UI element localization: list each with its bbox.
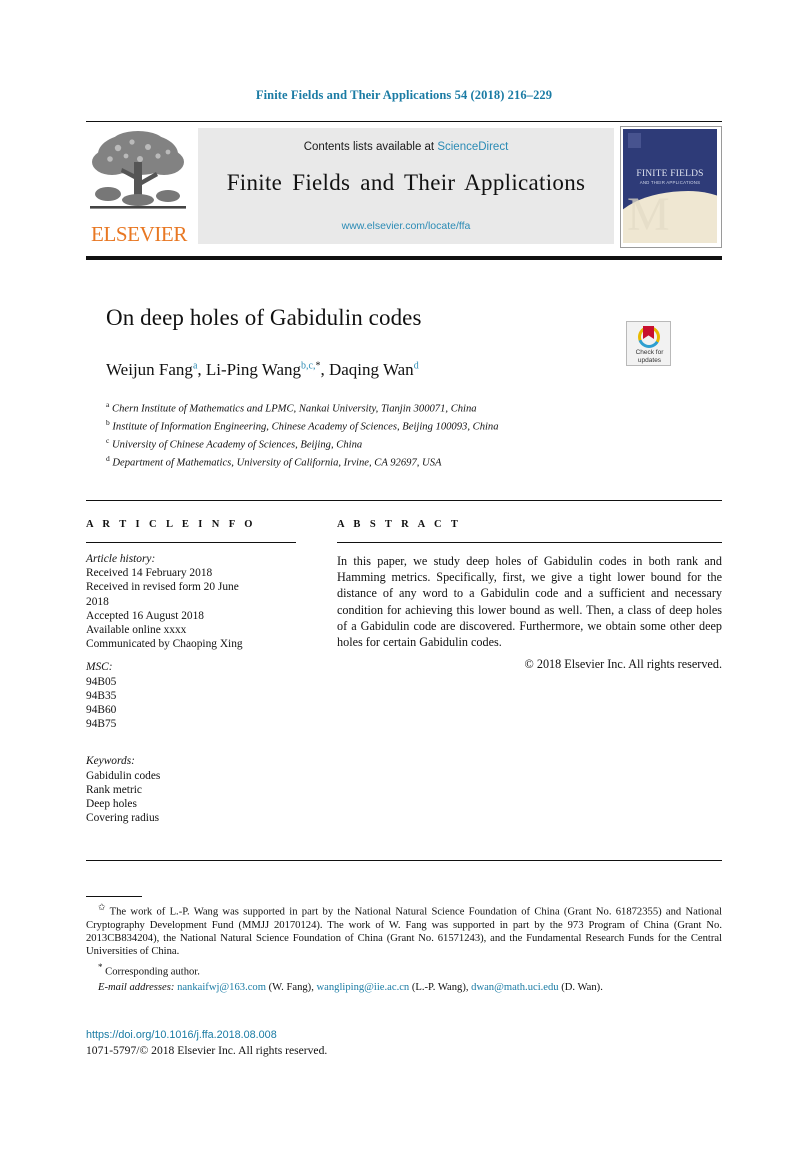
elsevier-logo: ELSEVIER — [86, 126, 192, 246]
msc-label: MSC: — [86, 661, 113, 674]
email-owner-1: (W. Fang), — [268, 981, 314, 993]
abstract-heading: A B S T R A C T — [337, 519, 462, 530]
article-history-block: Article history: Received 14 February 20… — [86, 552, 296, 651]
history-available-online: Available online xxxx — [86, 624, 187, 637]
email-label: E-mail addresses: — [98, 981, 175, 993]
email-link-1[interactable]: nankaifwj@163.com — [177, 982, 266, 993]
author-3-affil-marks: d — [413, 360, 419, 372]
cover-subtitle: AND THEIR APPLICATIONS — [639, 180, 701, 185]
journal-band: Contents lists available at ScienceDirec… — [198, 128, 614, 244]
affiliation-c-mark: c — [106, 435, 110, 445]
author-2: Li-Ping Wangb,c,* — [205, 360, 321, 379]
affiliation-c: c University of Chinese Academy of Scien… — [106, 434, 706, 452]
crossmark-label-line1: Check for — [635, 349, 664, 356]
doi-link[interactable]: https://doi.org/10.1016/j.ffa.2018.08.00… — [86, 1029, 722, 1041]
history-received: Received 14 February 2018 — [86, 567, 213, 580]
journal-cover-art: M FINITE FIELDS AND THEIR APPLICATIONS — [623, 129, 717, 243]
funding-marker: ✩ — [98, 902, 106, 912]
contents-prefix: Contents lists available at — [303, 141, 435, 153]
email-link-3[interactable]: dwan@math.uci.edu — [471, 982, 558, 993]
masthead-bottom-rule — [86, 256, 722, 260]
cover-watermark: M — [627, 188, 670, 241]
msc-code-2: 94B35 — [86, 689, 117, 702]
keyword-4: Covering radius — [86, 812, 160, 825]
article-first-page: Finite Fields and Their Applications 54 … — [0, 0, 808, 1162]
author-sep-1: , — [197, 360, 206, 379]
crossmark-ring-icon — [637, 326, 660, 348]
author-list: Weijun Fanga, Li-Ping Wangb,c,*, Daqing … — [106, 360, 626, 380]
journal-homepage-link[interactable]: www.elsevier.com/locate/ffa — [198, 220, 614, 232]
affiliation-a-mark: a — [106, 400, 110, 409]
article-info-rule — [86, 542, 296, 543]
article-info-column: A R T I C L E I N F O Article history: R… — [86, 519, 296, 825]
crossmark-label: Check for updates — [627, 349, 672, 364]
keyword-3: Deep holes — [86, 798, 137, 811]
affiliation-a-text: Chern Institute of Mathematics and LPMC,… — [112, 403, 477, 415]
history-revised-year: 2018 — [86, 595, 109, 608]
footnote-divider — [86, 896, 142, 897]
elsevier-tree-icon — [88, 128, 188, 220]
affiliation-a: a Chern Institute of Mathematics and LPM… — [106, 398, 706, 416]
affiliation-d-text: Department of Mathematics, University of… — [112, 457, 442, 469]
keyword-2: Rank metric — [86, 783, 142, 796]
elsevier-wordmark: ELSEVIER — [91, 222, 187, 246]
affiliation-b-mark: b — [106, 417, 110, 427]
email-link-2[interactable]: wangliping@iie.ac.cn — [317, 982, 410, 993]
masthead-top-rule — [86, 121, 722, 122]
msc-code-4: 94B75 — [86, 718, 117, 731]
msc-block: MSC: 94B05 94B35 94B60 94B75 — [86, 660, 296, 731]
abstract-column: A B S T R A C T In this paper, we study … — [337, 519, 722, 672]
funding-text: The work of L.-P. Wang was supported in … — [86, 906, 722, 958]
journal-cover-thumbnail: M FINITE FIELDS AND THEIR APPLICATIONS — [620, 126, 722, 248]
issn-copyright-line: 1071-5797/© 2018 Elsevier Inc. All right… — [86, 1044, 328, 1057]
history-revised: Received in revised form 20 June — [86, 581, 239, 594]
email-footnote: E-mail addresses: nankaifwj@163.com (W. … — [86, 981, 722, 994]
keyword-1: Gabidulin codes — [86, 769, 161, 782]
affiliation-b-text: Institute of Information Engineering, Ch… — [112, 421, 499, 433]
author-2-affil-marks: b,c, — [301, 360, 316, 372]
history-communicated-by: Communicated by Chaoping Xing — [86, 638, 243, 651]
page-title: On deep holes of Gabidulin codes — [106, 305, 422, 330]
contents-available-line: Contents lists available at ScienceDirec… — [198, 141, 614, 153]
cover-title: FINITE FIELDS — [636, 169, 704, 179]
author-sep-2: , — [320, 360, 329, 379]
email-owner-2: (L.-P. Wang), — [411, 981, 469, 993]
crossmark-label-line2: updates — [637, 356, 662, 364]
sciencedirect-link[interactable]: ScienceDirect — [437, 141, 508, 153]
corresponding-text: Corresponding author. — [105, 966, 200, 978]
affiliation-b: b Institute of Information Engineering, … — [106, 416, 706, 434]
crossmark-badge[interactable]: Check for updates — [626, 321, 671, 366]
abstract-copyright: © 2018 Elsevier Inc. All rights reserved… — [524, 657, 722, 672]
corresponding-marker: * — [98, 961, 103, 972]
affiliation-list: a Chern Institute of Mathematics and LPM… — [106, 398, 706, 470]
affiliation-c-text: University of Chinese Academy of Science… — [112, 439, 363, 451]
keywords-block: Keywords: Gabidulin codes Rank metric De… — [86, 754, 296, 825]
article-history-label: Article history: — [86, 553, 156, 565]
corresponding-author-footnote: * Corresponding author. — [86, 961, 722, 979]
affiliation-d-mark: d — [106, 453, 110, 463]
running-head: Finite Fields and Their Applications 54 … — [255, 88, 553, 102]
journal-title: Finite Fields and Their Applications — [226, 170, 586, 195]
article-info-heading: A R T I C L E I N F O — [86, 519, 256, 530]
author-1: Weijun Fanga — [106, 360, 198, 379]
footnote-block: ✩ The work of L.-P. Wang was supported i… — [86, 901, 722, 996]
affiliation-d: d Department of Mathematics, University … — [106, 452, 706, 470]
journal-masthead: ELSEVIER Contents lists available at Sci… — [86, 126, 722, 248]
abstract-text: In this paper, we study deep holes of Ga… — [337, 554, 722, 650]
cover-elsevier-icon — [628, 133, 641, 148]
msc-code-3: 94B60 — [86, 704, 117, 717]
footnote-section-rule — [86, 860, 722, 861]
email-owner-3: (D. Wan). — [561, 981, 603, 993]
msc-code-1: 94B05 — [86, 675, 117, 688]
abstract-rule — [337, 542, 722, 543]
funding-footnote: ✩ The work of L.-P. Wang was supported i… — [86, 901, 722, 959]
author-3: Daqing Wand — [328, 360, 419, 379]
keywords-label: Keywords: — [86, 755, 135, 768]
history-accepted: Accepted 16 August 2018 — [86, 609, 204, 622]
info-section-top-rule — [86, 500, 722, 501]
